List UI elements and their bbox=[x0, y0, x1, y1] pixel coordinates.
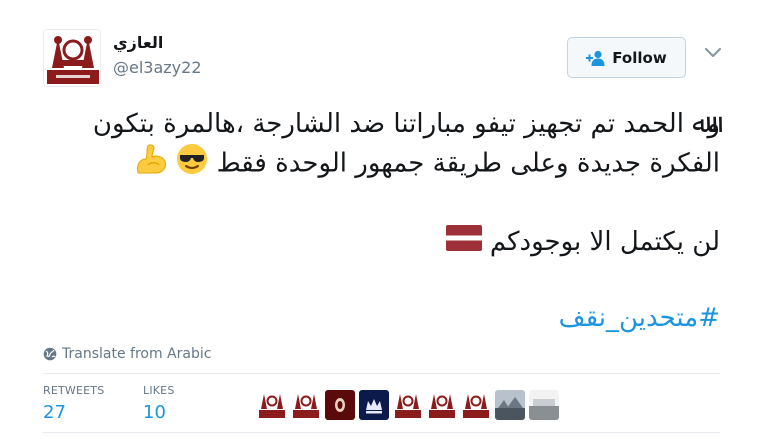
liker-avatar[interactable] bbox=[529, 390, 559, 420]
likers-avatar-list bbox=[257, 390, 559, 420]
follow-button[interactable]: Follow bbox=[567, 37, 686, 78]
avatar[interactable] bbox=[43, 29, 101, 87]
screen-name[interactable]: @el3azy22 bbox=[113, 58, 202, 77]
follow-button-label: Follow bbox=[612, 48, 667, 67]
liker-avatar[interactable] bbox=[359, 390, 389, 420]
translate-link[interactable]: Translate from Arabic bbox=[43, 346, 211, 362]
add-user-icon bbox=[586, 50, 605, 66]
liker-avatar[interactable] bbox=[461, 390, 491, 420]
tweet-text-line: لن يكتمل الا بوجودكم bbox=[40, 224, 720, 261]
likes-count: 10 bbox=[143, 402, 166, 423]
tweet-text-segment: لن يكتمل الا بوجودكم bbox=[489, 227, 720, 257]
latvia-flag-emoji-icon bbox=[445, 224, 482, 261]
tweet-text-line: وﷲ الحمد تم تجهيز تيفو مباراتنا ضد الشار… bbox=[92, 109, 720, 139]
translate-label: Translate from Arabic bbox=[62, 346, 212, 362]
flexed-biceps-emoji-icon bbox=[134, 143, 168, 185]
likes-stat[interactable]: LIKES 10 bbox=[143, 384, 175, 423]
liker-avatar[interactable] bbox=[257, 390, 287, 420]
hashtag-link[interactable]: #متحدين_نقف bbox=[40, 300, 720, 336]
crest-logo-icon bbox=[44, 30, 100, 86]
divider bbox=[43, 373, 720, 374]
sunglasses-face-emoji-icon bbox=[176, 143, 208, 185]
liker-avatar[interactable] bbox=[325, 390, 355, 420]
tweet-text-segment: الفكرة جديدة وعلى طريقة جمهور الوحدة فقط bbox=[216, 148, 720, 179]
divider bbox=[43, 432, 720, 433]
likes-label: LIKES bbox=[143, 384, 175, 397]
retweets-count: 27 bbox=[43, 402, 66, 423]
retweets-label: RETWEETS bbox=[43, 384, 105, 397]
display-name[interactable]: العازي bbox=[113, 33, 163, 52]
liker-avatar[interactable] bbox=[393, 390, 423, 420]
liker-avatar[interactable] bbox=[291, 390, 321, 420]
retweets-stat[interactable]: RETWEETS 27 bbox=[43, 384, 104, 423]
globe-icon bbox=[43, 347, 57, 361]
tweet-text-line: الفكرة جديدة وعلى طريقة جمهور الوحدة فقط bbox=[40, 143, 720, 185]
liker-avatar[interactable] bbox=[427, 390, 457, 420]
chevron-down-icon[interactable] bbox=[704, 46, 722, 60]
liker-avatar[interactable] bbox=[495, 390, 525, 420]
